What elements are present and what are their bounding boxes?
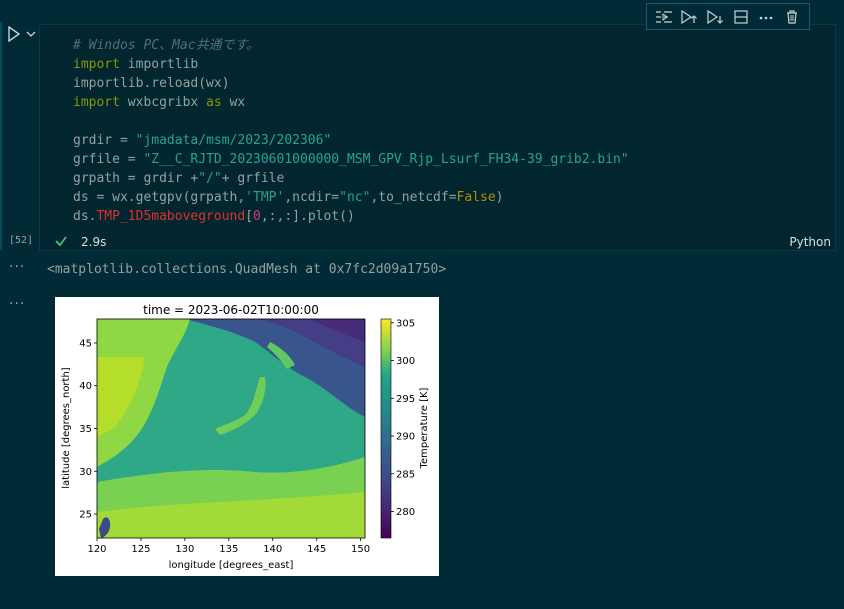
code-editor[interactable]: # Windos PC、Mac共通です。 import importlib im…	[39, 24, 836, 251]
colorbar-tick-label: 290	[396, 432, 415, 443]
more-actions-button[interactable]	[756, 7, 776, 27]
cell-language[interactable]: Python	[789, 235, 831, 249]
colorbar	[380, 318, 392, 539]
split-cell-icon	[734, 9, 748, 24]
colorbar-tick-label: 285	[396, 469, 415, 480]
code-text: wxbcgribx	[119, 95, 207, 110]
run-cell-button[interactable]	[6, 25, 40, 43]
string-literal: "/"	[198, 171, 222, 186]
execute-below-button[interactable]	[705, 7, 725, 27]
variable-name: TMP_1D5maboveground	[96, 209, 246, 224]
execute-below-icon	[707, 9, 724, 24]
code-text: )	[495, 190, 504, 205]
code-text: importlib.reload(wx)	[73, 76, 230, 91]
x-tick-label: 130	[175, 544, 194, 555]
number-literal: 0	[253, 209, 261, 224]
y-axis-label: latitude [degrees_north]	[61, 367, 72, 489]
code-text: [	[245, 209, 254, 224]
code-text: grpath = grdir +	[73, 171, 199, 186]
x-tick-label: 120	[87, 544, 106, 555]
y-tick-label: 25	[79, 510, 92, 521]
chart-title: time = 2023-06-02T10:00:00	[143, 303, 319, 317]
output-menu-button[interactable]: ···	[9, 259, 25, 275]
split-cell-button[interactable]	[731, 7, 751, 27]
keyword: as	[206, 95, 222, 110]
string-literal: 'TMP'	[245, 190, 285, 205]
success-check-icon	[54, 234, 68, 251]
string-literal: "nc"	[339, 190, 371, 205]
colorbar-tick-label: 305	[396, 318, 415, 329]
execute-above-button[interactable]	[679, 7, 699, 27]
y-tick-label: 45	[79, 338, 92, 349]
y-tick-label: 40	[79, 381, 92, 392]
delete-cell-button[interactable]	[782, 7, 802, 27]
colorbar-tick-label: 295	[396, 394, 415, 405]
execution-count: [52]	[9, 235, 34, 246]
code-text: importlib	[119, 57, 199, 72]
code-text: ,:,:].plot()	[260, 209, 355, 224]
y-tick-label: 30	[79, 467, 92, 478]
code-text: grfile =	[73, 152, 144, 167]
run-by-line-button[interactable]	[654, 7, 674, 27]
cell-toolbar	[646, 3, 810, 30]
code-text: ds.	[73, 209, 97, 224]
x-axis: 120 125 130 135 140 145 150	[87, 538, 370, 555]
y-tick-label: 35	[79, 424, 92, 435]
x-tick-label: 140	[263, 544, 282, 555]
colorbar-axis: 280 285 290 295 300 305	[391, 318, 415, 518]
keyword: False	[456, 190, 496, 205]
code-text: ds = wx.getgpv(grpath,	[73, 190, 246, 205]
colorbar-tick-label: 300	[396, 356, 415, 367]
code-text: grdir =	[73, 133, 136, 148]
keyword: import	[73, 95, 120, 110]
y-axis: 25 30 35 40 45	[79, 338, 97, 521]
code-lines[interactable]: # Windos PC、Mac共通です。 import importlib im…	[73, 36, 629, 226]
output-menu-button[interactable]: ···	[9, 296, 25, 312]
code-text: ,to_netcdf=	[370, 190, 457, 205]
code-text: ,ncdir=	[284, 190, 340, 205]
plot-output: time = 2023-06-02T10:00:00 120 125 130 135 1…	[55, 297, 439, 576]
x-tick-label: 125	[131, 544, 150, 555]
trash-icon	[787, 9, 798, 24]
x-axis-label: longitude [degrees_east]	[169, 560, 294, 571]
colorbar-label: Temperature [K]	[419, 387, 430, 469]
keyword: import	[73, 57, 120, 72]
string-literal: "Z__C_RJTD_20230601000000_MSM_GPV_Rjp_Ls…	[143, 152, 629, 167]
code-text: wx	[221, 95, 246, 110]
colorbar-tick-label: 280	[396, 507, 415, 518]
x-tick-label: 150	[351, 544, 370, 555]
cell-focus-indicator	[0, 22, 2, 250]
run-icon	[8, 25, 36, 43]
code-text: + grfile	[221, 171, 285, 186]
run-by-line-icon	[655, 10, 672, 23]
x-tick-label: 135	[219, 544, 238, 555]
string-literal: "jmadata/msm/2023/202306"	[135, 133, 332, 148]
heatmap-chart: time = 2023-06-02T10:00:00 120 125 130 135 1…	[61, 303, 430, 571]
more-icon	[760, 16, 773, 19]
cell-status-bar: 2.9s Python	[40, 233, 835, 251]
heatmap-field	[97, 319, 365, 538]
output-text: <matplotlib.collections.QuadMesh at 0x7f…	[47, 262, 447, 277]
execute-above-icon	[681, 9, 698, 24]
x-tick-label: 145	[307, 544, 326, 555]
notebook-cell: [52] # Windos PC、Mac共通です。 import importl…	[0, 0, 844, 252]
code-comment: # Windos PC、Mac共通です。	[73, 38, 260, 53]
execution-duration: 2.9s	[81, 235, 107, 249]
